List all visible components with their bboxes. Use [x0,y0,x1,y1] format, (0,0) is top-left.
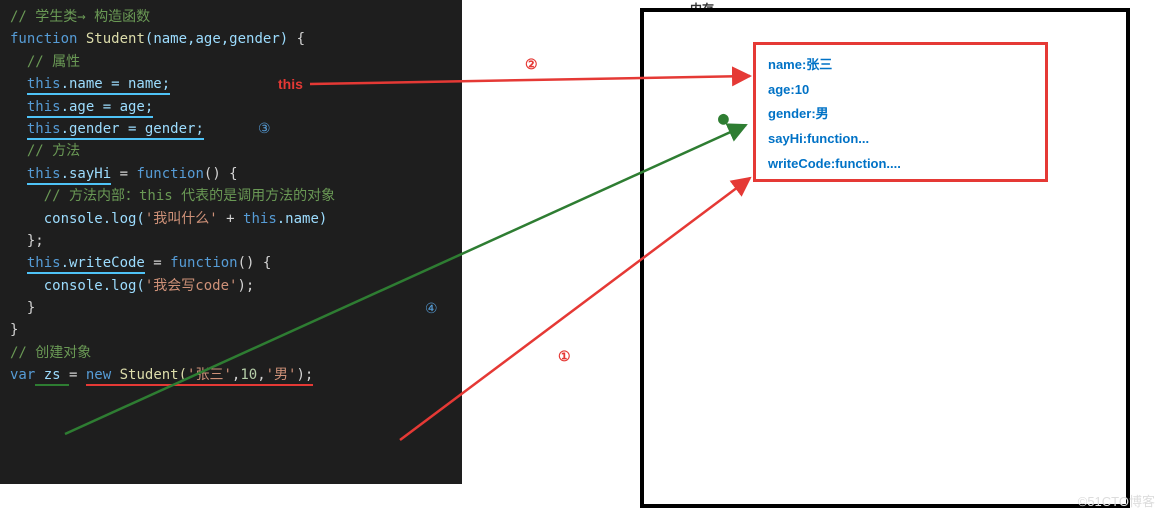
code-line: this.gender = gender; [10,118,452,140]
this-kw: this [27,99,61,115]
property: .gender = gender; [61,121,204,137]
code-line: // 属性 [10,51,452,73]
comment: // 学生类→ 构造函数 [10,9,150,25]
code-line: // 学生类→ 构造函数 [10,6,452,28]
code-line: console.log('我叫什么' + this.name) [10,208,452,230]
property: .age = age; [61,99,154,115]
brace: { [288,31,305,47]
number: 10 [240,367,257,383]
code-line: // 创建对象 [10,342,452,364]
step-3-annotation: ③ [258,120,271,137]
var-name: zs [35,367,69,383]
code-line: } [10,297,452,319]
code-line: function Student(name,age,gender) { [10,28,452,50]
code-line: var zs = new Student('张三',10,'男'); [10,364,452,386]
green-dot-annotation: ● [718,108,729,129]
ctor: Student( [111,367,187,383]
params: (name,age,gender) [145,31,288,47]
string: '我会写code' [145,278,238,294]
property: .name = name; [61,76,171,92]
brace: } [10,322,18,338]
function-name: Student [86,31,145,47]
watermark: ©51CTO博客 [1078,491,1155,510]
comment: // 属性 [27,54,80,70]
code-editor: // 学生类→ 构造函数 function Student(name,age,g… [0,0,462,484]
comment: // 方法内部：this 代表的是调用方法的对象 [44,188,335,204]
keyword: function [136,166,203,182]
comma: , [257,367,265,383]
keyword: var [10,367,35,383]
keyword: function [170,255,237,271]
brace: } [27,300,35,316]
code-line: console.log('我会写code'); [10,275,452,297]
code-line: // 方法内部：this 代表的是调用方法的对象 [10,185,452,207]
code-line: this.sayHi = function() { [10,163,452,185]
code-line: this.writeCode = function() { [10,252,452,274]
paren: ); [237,278,254,294]
comment: // 创建对象 [10,345,91,361]
obj-property: gender:男 [768,102,1033,127]
this-kw: this [27,255,61,271]
paren: () { [204,166,238,182]
eq: = [145,255,170,271]
new-kw: new [86,367,111,383]
console: console.log( [44,278,145,294]
this-kw: this [27,121,61,137]
brace: }; [27,233,44,249]
string: '男' [266,367,297,383]
obj-property: writeCode:function.... [768,152,1033,177]
property: .writeCode [61,255,145,271]
string: '张三' [187,367,232,383]
step-4-annotation: ④ [425,300,438,317]
console: console.log( [44,211,145,227]
obj-property: name:张三 [768,53,1033,78]
property: .sayHi [61,166,112,182]
code-line: }; [10,230,452,252]
plus: + [218,211,243,227]
step-1-annotation: ① [558,348,571,365]
object-instance-box: name:张三 age:10 gender:男 sayHi:function..… [753,42,1048,182]
code-line: } [10,319,452,341]
this-kw: this [27,166,61,182]
code-line: // 方法 [10,140,452,162]
obj-property: sayHi:function... [768,127,1033,152]
eq: = [69,367,86,383]
comment: // 方法 [27,143,80,159]
code-line: this.age = age; [10,96,452,118]
this-kw: this [27,76,61,92]
this-annotation: this [278,76,303,92]
property: .name) [277,211,328,227]
obj-property: age:10 [768,78,1033,103]
string: '我叫什么' [145,211,218,227]
step-2-annotation: ② [525,56,538,73]
keyword: function [10,31,77,47]
paren: () { [238,255,272,271]
paren: ); [296,367,313,383]
code-line: this.name = name; [10,73,452,95]
this-kw: this [243,211,277,227]
eq: = [111,166,136,182]
